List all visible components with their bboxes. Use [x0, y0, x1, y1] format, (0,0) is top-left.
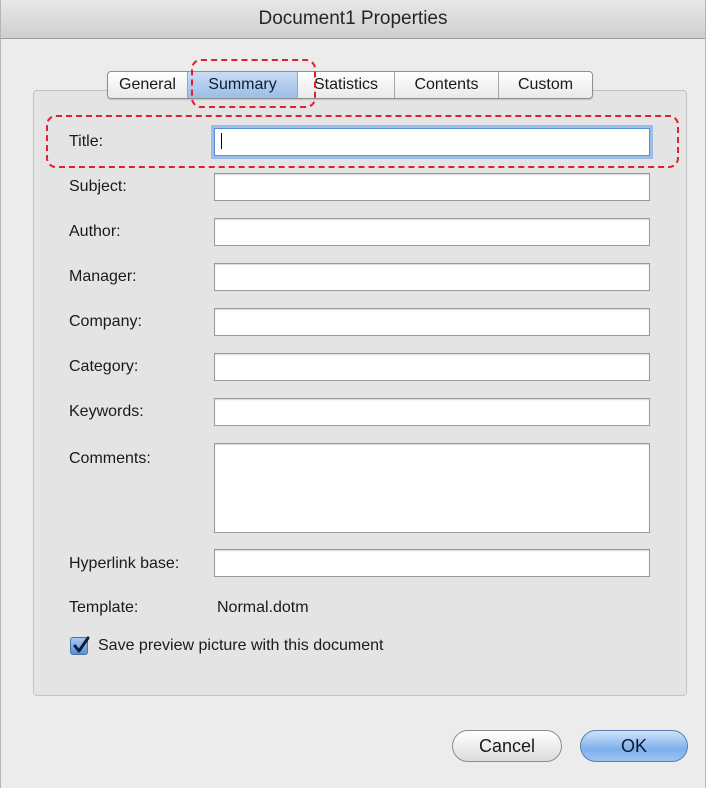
hyperlink-base-field[interactable] — [214, 549, 650, 577]
keywords-field[interactable] — [214, 398, 650, 426]
tab-summary[interactable]: Summary — [188, 72, 298, 98]
tab-general[interactable]: General — [108, 72, 188, 98]
title-field[interactable] — [214, 128, 650, 156]
company-label: Company: — [69, 313, 142, 330]
keywords-label: Keywords: — [69, 403, 144, 420]
ok-button[interactable]: OK — [580, 730, 688, 762]
category-field[interactable] — [214, 353, 650, 381]
tab-custom[interactable]: Custom — [499, 72, 592, 98]
tab-contents[interactable]: Contents — [395, 72, 499, 98]
checkmark-icon — [73, 636, 90, 653]
template-value: Normal.dotm — [217, 599, 309, 616]
subject-label: Subject: — [69, 178, 127, 195]
save-preview-checkbox[interactable] — [70, 636, 90, 655]
hyperlink-base-label: Hyperlink base: — [69, 555, 180, 572]
comments-label: Comments: — [69, 450, 151, 467]
cancel-button[interactable]: Cancel — [452, 730, 562, 762]
author-label: Author: — [69, 223, 121, 240]
save-preview-label[interactable]: Save preview picture with this document — [98, 636, 383, 656]
text-caret — [221, 133, 222, 149]
tab-bar: General Summary Statistics Contents Cust… — [107, 71, 593, 99]
manager-field[interactable] — [214, 263, 650, 291]
category-label: Category: — [69, 358, 139, 375]
manager-label: Manager: — [69, 268, 137, 285]
subject-field[interactable] — [214, 173, 650, 201]
tab-statistics[interactable]: Statistics — [298, 72, 395, 98]
company-field[interactable] — [214, 308, 650, 336]
title-label: Title: — [69, 133, 104, 150]
properties-dialog: Document1 Properties General Summary Sta… — [0, 0, 706, 788]
window-title: Document1 Properties — [1, 0, 705, 39]
comments-field[interactable] — [214, 443, 650, 533]
template-label: Template: — [69, 599, 139, 616]
author-field[interactable] — [214, 218, 650, 246]
